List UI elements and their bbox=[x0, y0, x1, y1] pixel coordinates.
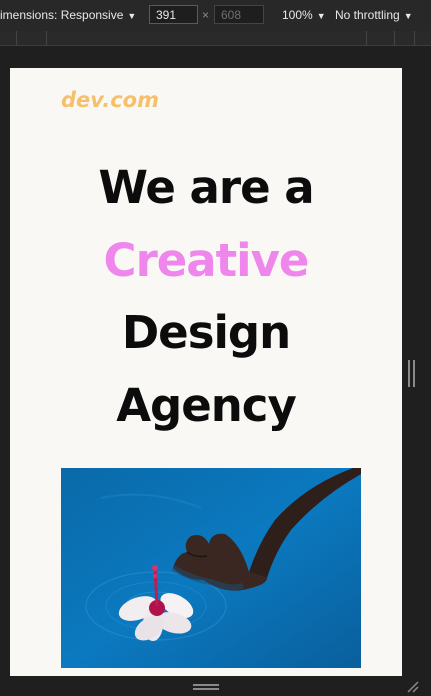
height-input[interactable]: 608 bbox=[214, 5, 264, 24]
width-input[interactable]: 391 bbox=[149, 5, 198, 24]
dimensions-label: imensions: Responsive bbox=[0, 8, 124, 22]
zoom-label: 100% bbox=[282, 8, 313, 22]
ruler-tick bbox=[46, 31, 47, 45]
device-viewport: dev.com We are a Creative Design Agency bbox=[10, 68, 402, 676]
ruler-tick bbox=[16, 31, 17, 45]
hero-image bbox=[61, 468, 361, 668]
media-query-ruler[interactable] bbox=[0, 31, 431, 46]
ruler-tick bbox=[394, 31, 395, 45]
headline-line-4: Agency bbox=[116, 378, 297, 432]
throttling-dropdown[interactable]: No throttling ▼ bbox=[335, 8, 413, 22]
devtools-toolbar: imensions: Responsive ▼ 391 × 608 100% ▼ N… bbox=[0, 0, 431, 32]
headline-line-1: We are a bbox=[98, 161, 314, 214]
side-resize-handle[interactable] bbox=[408, 360, 415, 387]
ruler-tick bbox=[414, 31, 415, 45]
times-separator: × bbox=[202, 8, 210, 22]
headline-line-3: Design bbox=[121, 306, 291, 359]
chevron-down-icon: ▼ bbox=[127, 11, 137, 21]
corner-resize-icon[interactable] bbox=[404, 678, 420, 694]
zoom-dropdown[interactable]: 100% ▼ bbox=[282, 8, 326, 22]
throttling-label: No throttling bbox=[335, 8, 400, 22]
headline-accent: Creative bbox=[103, 233, 310, 287]
hero-headline: We are a Creative Design Agency bbox=[10, 152, 402, 442]
site-logo[interactable]: dev.com bbox=[61, 88, 159, 112]
bottom-resize-handle[interactable] bbox=[193, 684, 219, 690]
dimensions-dropdown[interactable]: imensions: Responsive ▼ bbox=[0, 8, 136, 22]
ruler-tick bbox=[366, 31, 367, 45]
chevron-down-icon: ▼ bbox=[403, 11, 413, 21]
chevron-down-icon: ▼ bbox=[316, 11, 326, 21]
